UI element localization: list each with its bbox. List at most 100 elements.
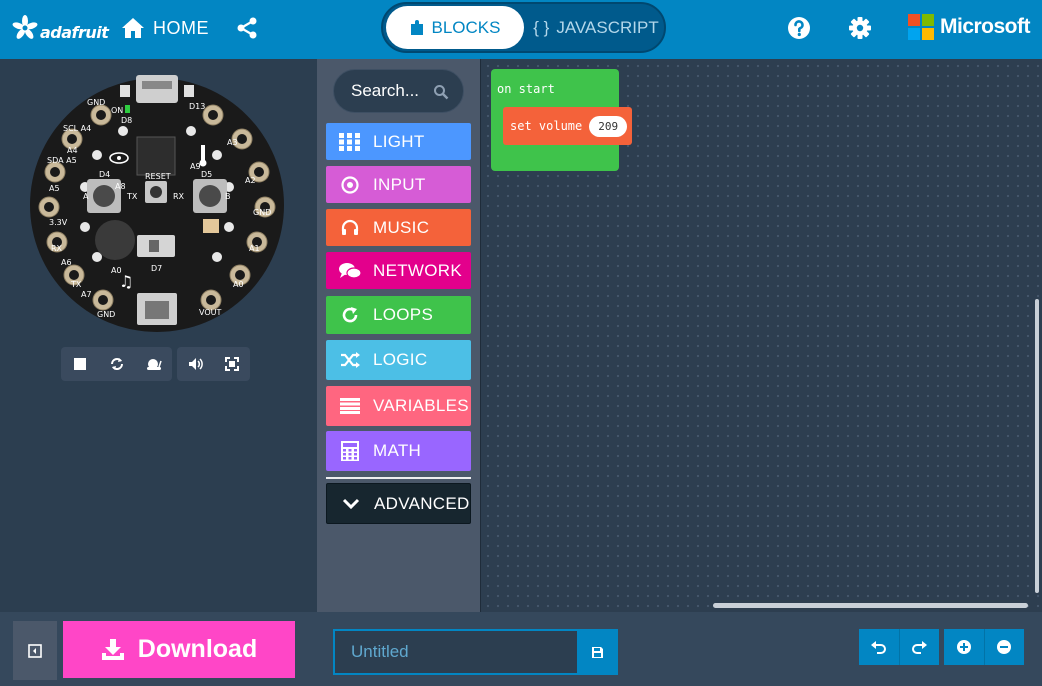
- share-button[interactable]: [235, 16, 259, 40]
- label-a7: A7: [81, 290, 92, 299]
- history-controls: [859, 629, 939, 665]
- adafruit-logo[interactable]: adafruit: [12, 14, 109, 42]
- label-d8: D8: [121, 116, 132, 125]
- code-braces-icon: { }: [533, 17, 550, 37]
- settings-button[interactable]: [848, 16, 872, 40]
- editor-mode-toggle: BLOCKS { } JAVASCRIPT: [381, 2, 666, 53]
- adafruit-flower-icon: [12, 15, 38, 39]
- label-gnd-top: GND: [87, 98, 105, 107]
- microsoft-label: Microsoft: [940, 15, 1031, 38]
- label-vout: VOUT: [199, 308, 221, 317]
- stop-icon: [73, 358, 86, 370]
- volume-value-field[interactable]: 209: [589, 115, 628, 137]
- download-label: Download: [137, 635, 258, 663]
- headphones-icon: [338, 216, 362, 240]
- grid-icon: [338, 130, 362, 154]
- block-toolbox: Search... LIGHT INPUT MUSIC NETWORK LOOP…: [317, 59, 480, 612]
- microsoft-logo[interactable]: Microsoft: [908, 14, 1031, 40]
- label-d13: D13: [189, 102, 205, 111]
- mute-button[interactable]: [177, 347, 214, 381]
- plus-circle-icon: [956, 640, 971, 654]
- label-a3: A3: [227, 138, 238, 147]
- label-gnd-right: GND: [253, 208, 271, 217]
- vertical-scrollbar[interactable]: [1035, 299, 1039, 593]
- label-rx: RX: [51, 244, 63, 253]
- category-input[interactable]: INPUT: [326, 166, 471, 203]
- blocks-workspace[interactable]: on start set volume 209: [480, 59, 1042, 612]
- zoom-in-button[interactable]: [944, 629, 984, 665]
- blocks-label: BLOCKS: [431, 17, 501, 37]
- music-note-icon: ♫: [119, 272, 133, 291]
- home-button[interactable]: HOME: [121, 15, 209, 41]
- bottom-bar: Download: [0, 612, 1042, 686]
- toolbox-divider: [326, 477, 471, 479]
- label-scl: SCL A4: [63, 124, 91, 133]
- on-start-block[interactable]: on start set volume 209: [491, 69, 632, 171]
- horizontal-scrollbar[interactable]: [713, 603, 1028, 608]
- label-d5: D5: [201, 170, 212, 179]
- label-sda: SDA A5: [47, 156, 77, 165]
- calculator-icon: [338, 439, 362, 463]
- category-label: LOOPS: [373, 305, 434, 324]
- brand-name: adafruit: [40, 22, 109, 42]
- category-logic[interactable]: LOGIC: [326, 340, 471, 380]
- set-volume-block[interactable]: set volume 209: [503, 107, 632, 145]
- category-music[interactable]: MUSIC: [326, 209, 471, 246]
- list-icon: [338, 394, 362, 418]
- category-math[interactable]: MATH: [326, 431, 471, 471]
- fullscreen-button[interactable]: [214, 347, 251, 381]
- label-a4: A4: [67, 146, 78, 155]
- toolbox-search[interactable]: Search...: [333, 69, 464, 113]
- category-variables[interactable]: VARIABLES: [326, 386, 471, 426]
- simulator-view-controls: [177, 347, 250, 381]
- label-a2: A2: [245, 176, 256, 185]
- snail-icon: [146, 359, 162, 370]
- restart-icon: [110, 358, 123, 370]
- category-label: ADVANCED: [374, 493, 470, 513]
- category-loops[interactable]: LOOPS: [326, 296, 471, 334]
- help-button[interactable]: [787, 16, 811, 40]
- project-name-input[interactable]: [333, 629, 578, 675]
- restart-button[interactable]: [98, 347, 135, 381]
- zoom-out-button[interactable]: [983, 629, 1024, 665]
- redo-button[interactable]: [898, 629, 939, 665]
- label-reset: RESET: [145, 172, 171, 181]
- collapse-simulator-button[interactable]: [13, 621, 57, 680]
- category-network[interactable]: NETWORK: [326, 252, 471, 289]
- stop-button[interactable]: [61, 347, 98, 381]
- label-3v3: 3.3V: [49, 218, 68, 227]
- category-label: MATH: [373, 441, 422, 460]
- category-label: LOGIC: [373, 350, 428, 369]
- category-label: VARIABLES: [373, 396, 469, 415]
- on-start-label: on start: [497, 82, 555, 96]
- puzzle-icon: [410, 19, 423, 35]
- undo-button[interactable]: [859, 629, 899, 665]
- circuit-playground-board[interactable]: ON D13 D8 GND SCL A4 SDA A5 A4 A5 3.3V R…: [27, 75, 287, 335]
- simulator-panel: ON D13 D8 GND SCL A4 SDA A5 A4 A5 3.3V R…: [0, 59, 317, 612]
- javascript-tab[interactable]: { } JAVASCRIPT: [531, 6, 661, 49]
- label-button-b: B: [225, 192, 231, 201]
- label-a0: A0: [233, 280, 244, 289]
- collapse-icon: [28, 643, 42, 658]
- minus-circle-icon: [997, 640, 1012, 654]
- category-light[interactable]: LIGHT: [326, 123, 471, 160]
- shuffle-icon: [338, 348, 362, 372]
- label-d7: D7: [151, 264, 162, 273]
- chat-icon: [338, 259, 362, 283]
- label-rx-mid: RX: [173, 192, 185, 201]
- blocks-tab[interactable]: BLOCKS: [386, 6, 524, 49]
- home-icon: [122, 18, 144, 38]
- label-a1: A1: [249, 244, 260, 253]
- label-tx-mid: TX: [126, 192, 138, 201]
- label-a8: A8: [115, 182, 126, 191]
- chevron-down-icon: [339, 492, 363, 516]
- fullscreen-icon: [224, 357, 239, 371]
- download-icon: [101, 638, 124, 660]
- category-advanced[interactable]: ADVANCED: [326, 483, 471, 524]
- label-d4: D4: [99, 170, 110, 179]
- save-button[interactable]: [577, 629, 618, 675]
- search-placeholder: Search...: [351, 81, 420, 100]
- download-button[interactable]: Download: [63, 621, 295, 678]
- label-tx: TX: [70, 280, 82, 289]
- slow-motion-button[interactable]: [135, 347, 172, 381]
